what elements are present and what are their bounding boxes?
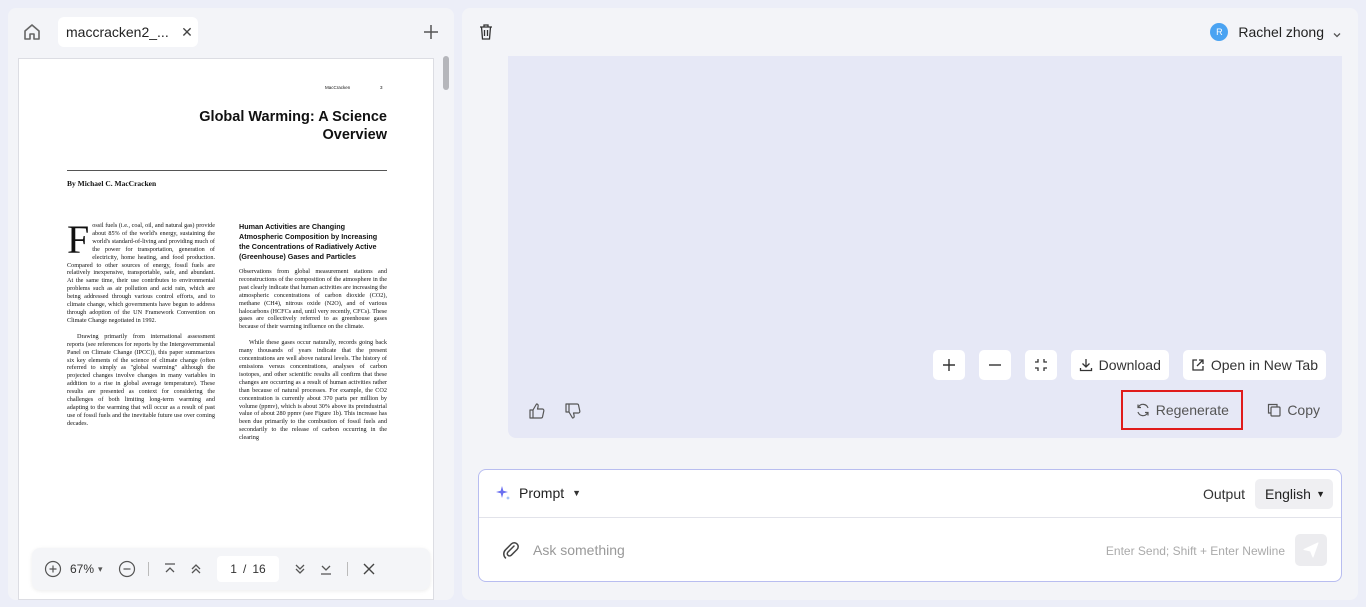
chevron-down-icon [1332,27,1342,38]
external-link-icon [1192,359,1204,371]
caret-down-icon: ▼ [572,488,582,498]
running-head: MacCracken [325,85,351,90]
paragraph: Observations from global measurement sta… [239,268,387,331]
copy-button[interactable]: Copy [1259,395,1328,425]
send-icon [1303,542,1319,558]
paragraph: Drawing primarily from international ass… [67,332,215,427]
file-tab-label: maccracken2_... [66,24,169,40]
zoom-out-button[interactable] [114,556,140,582]
fit-screen-button[interactable] [1024,350,1057,380]
zoom-out-image-button[interactable] [978,350,1011,380]
trash-icon[interactable] [478,23,494,41]
language-value: English [1265,486,1311,502]
send-button[interactable] [1295,534,1327,566]
prompt-label: Prompt [519,485,565,501]
title-divider [67,170,387,171]
paper-column-left: Fossil fuels (i.e., coal, oil, and natur… [67,217,215,436]
answer-actions: Regenerate Copy [1121,390,1328,430]
open-new-tab-button[interactable]: Open in New Tab [1182,350,1326,380]
download-button[interactable]: Download [1070,350,1169,380]
pdf-page-viewport[interactable]: MacCracken 3 Global Warming: A Science O… [18,58,434,600]
output-language: Output English ▼ [1203,479,1333,509]
home-icon[interactable] [22,22,42,42]
refresh-icon [1137,403,1149,417]
ai-chat-panel: R Rachel zhong Download Open in New Tab [462,8,1358,600]
caret-down-icon: ▼ [1316,489,1325,499]
thumbs-down-icon[interactable] [562,400,584,422]
toolbar-divider [148,562,149,576]
download-label: Download [1098,357,1161,373]
user-name: Rachel zhong [1238,24,1324,40]
avatar: R [1210,23,1229,41]
zoom-in-button[interactable] [40,556,66,582]
keyboard-hint: Enter Send; Shift + Enter Newline [1105,544,1285,558]
chat-composer: Prompt ▼ Output English ▼ Enter Send; Sh… [478,469,1342,582]
previous-page-icon[interactable] [183,556,209,582]
generated-image-card: Download Open in New Tab Regenerate Copy [508,56,1342,438]
prompt-selector[interactable]: Prompt ▼ [495,485,581,501]
add-tab-icon[interactable] [420,21,442,43]
ask-input[interactable] [533,538,1053,562]
pdf-toolbar: 67% ▾ 1 / 16 [32,548,430,590]
paper-column-right: Human Activities are Changing Atmospheri… [239,222,387,450]
last-page-icon[interactable] [313,556,339,582]
next-page-icon[interactable] [287,556,313,582]
section-heading: Human Activities are Changing Atmospheri… [239,222,378,261]
running-page-number: 3 [380,85,383,90]
output-label: Output [1202,486,1245,502]
paper-byline: By Michael C. MacCracken [67,179,157,188]
download-icon [1079,359,1092,372]
copy-label: Copy [1287,402,1320,418]
zoom-in-image-button[interactable] [932,350,965,380]
thumbs-up-icon[interactable] [526,400,548,422]
pdf-scrollbar[interactable] [441,56,451,600]
first-page-icon[interactable] [157,556,183,582]
page-separator: / [242,562,247,576]
open-new-tab-label: Open in New Tab [1210,357,1318,373]
sparkle-icon [496,486,510,500]
zoom-dropdown-icon[interactable]: ▾ [98,564,108,575]
total-pages: 16 [252,562,266,576]
feedback-buttons [526,400,584,422]
image-toolbar: Download Open in New Tab [932,350,1326,380]
scrollbar-thumb[interactable] [443,56,449,90]
paperclip-icon[interactable] [501,540,521,560]
user-menu[interactable]: R Rachel zhong [1210,22,1342,42]
pdf-viewer-panel: maccracken2_... ✕ MacCracken 3 Global Wa… [8,8,454,600]
close-toolbar-icon[interactable] [356,556,382,582]
current-page[interactable]: 1 [230,562,237,576]
copy-icon [1268,403,1281,417]
drop-cap: F [67,217,90,262]
toolbar-divider [347,562,348,576]
paragraph: While these gases occur naturally, recor… [239,339,387,442]
composer-header: Prompt ▼ Output English ▼ [479,470,1341,518]
regenerate-button[interactable]: Regenerate [1121,390,1244,430]
regenerate-label: Regenerate [1155,402,1229,418]
zoom-level[interactable]: 67% [66,562,98,576]
pdf-page: MacCracken 3 Global Warming: A Science O… [19,59,433,599]
close-tab-icon[interactable]: ✕ [176,24,198,41]
language-select[interactable]: English ▼ [1255,479,1333,509]
file-tab[interactable]: maccracken2_... ✕ [58,17,198,47]
page-indicator[interactable]: 1 / 16 [217,556,279,582]
paper-title: Global Warming: A Science Overview [199,109,387,143]
